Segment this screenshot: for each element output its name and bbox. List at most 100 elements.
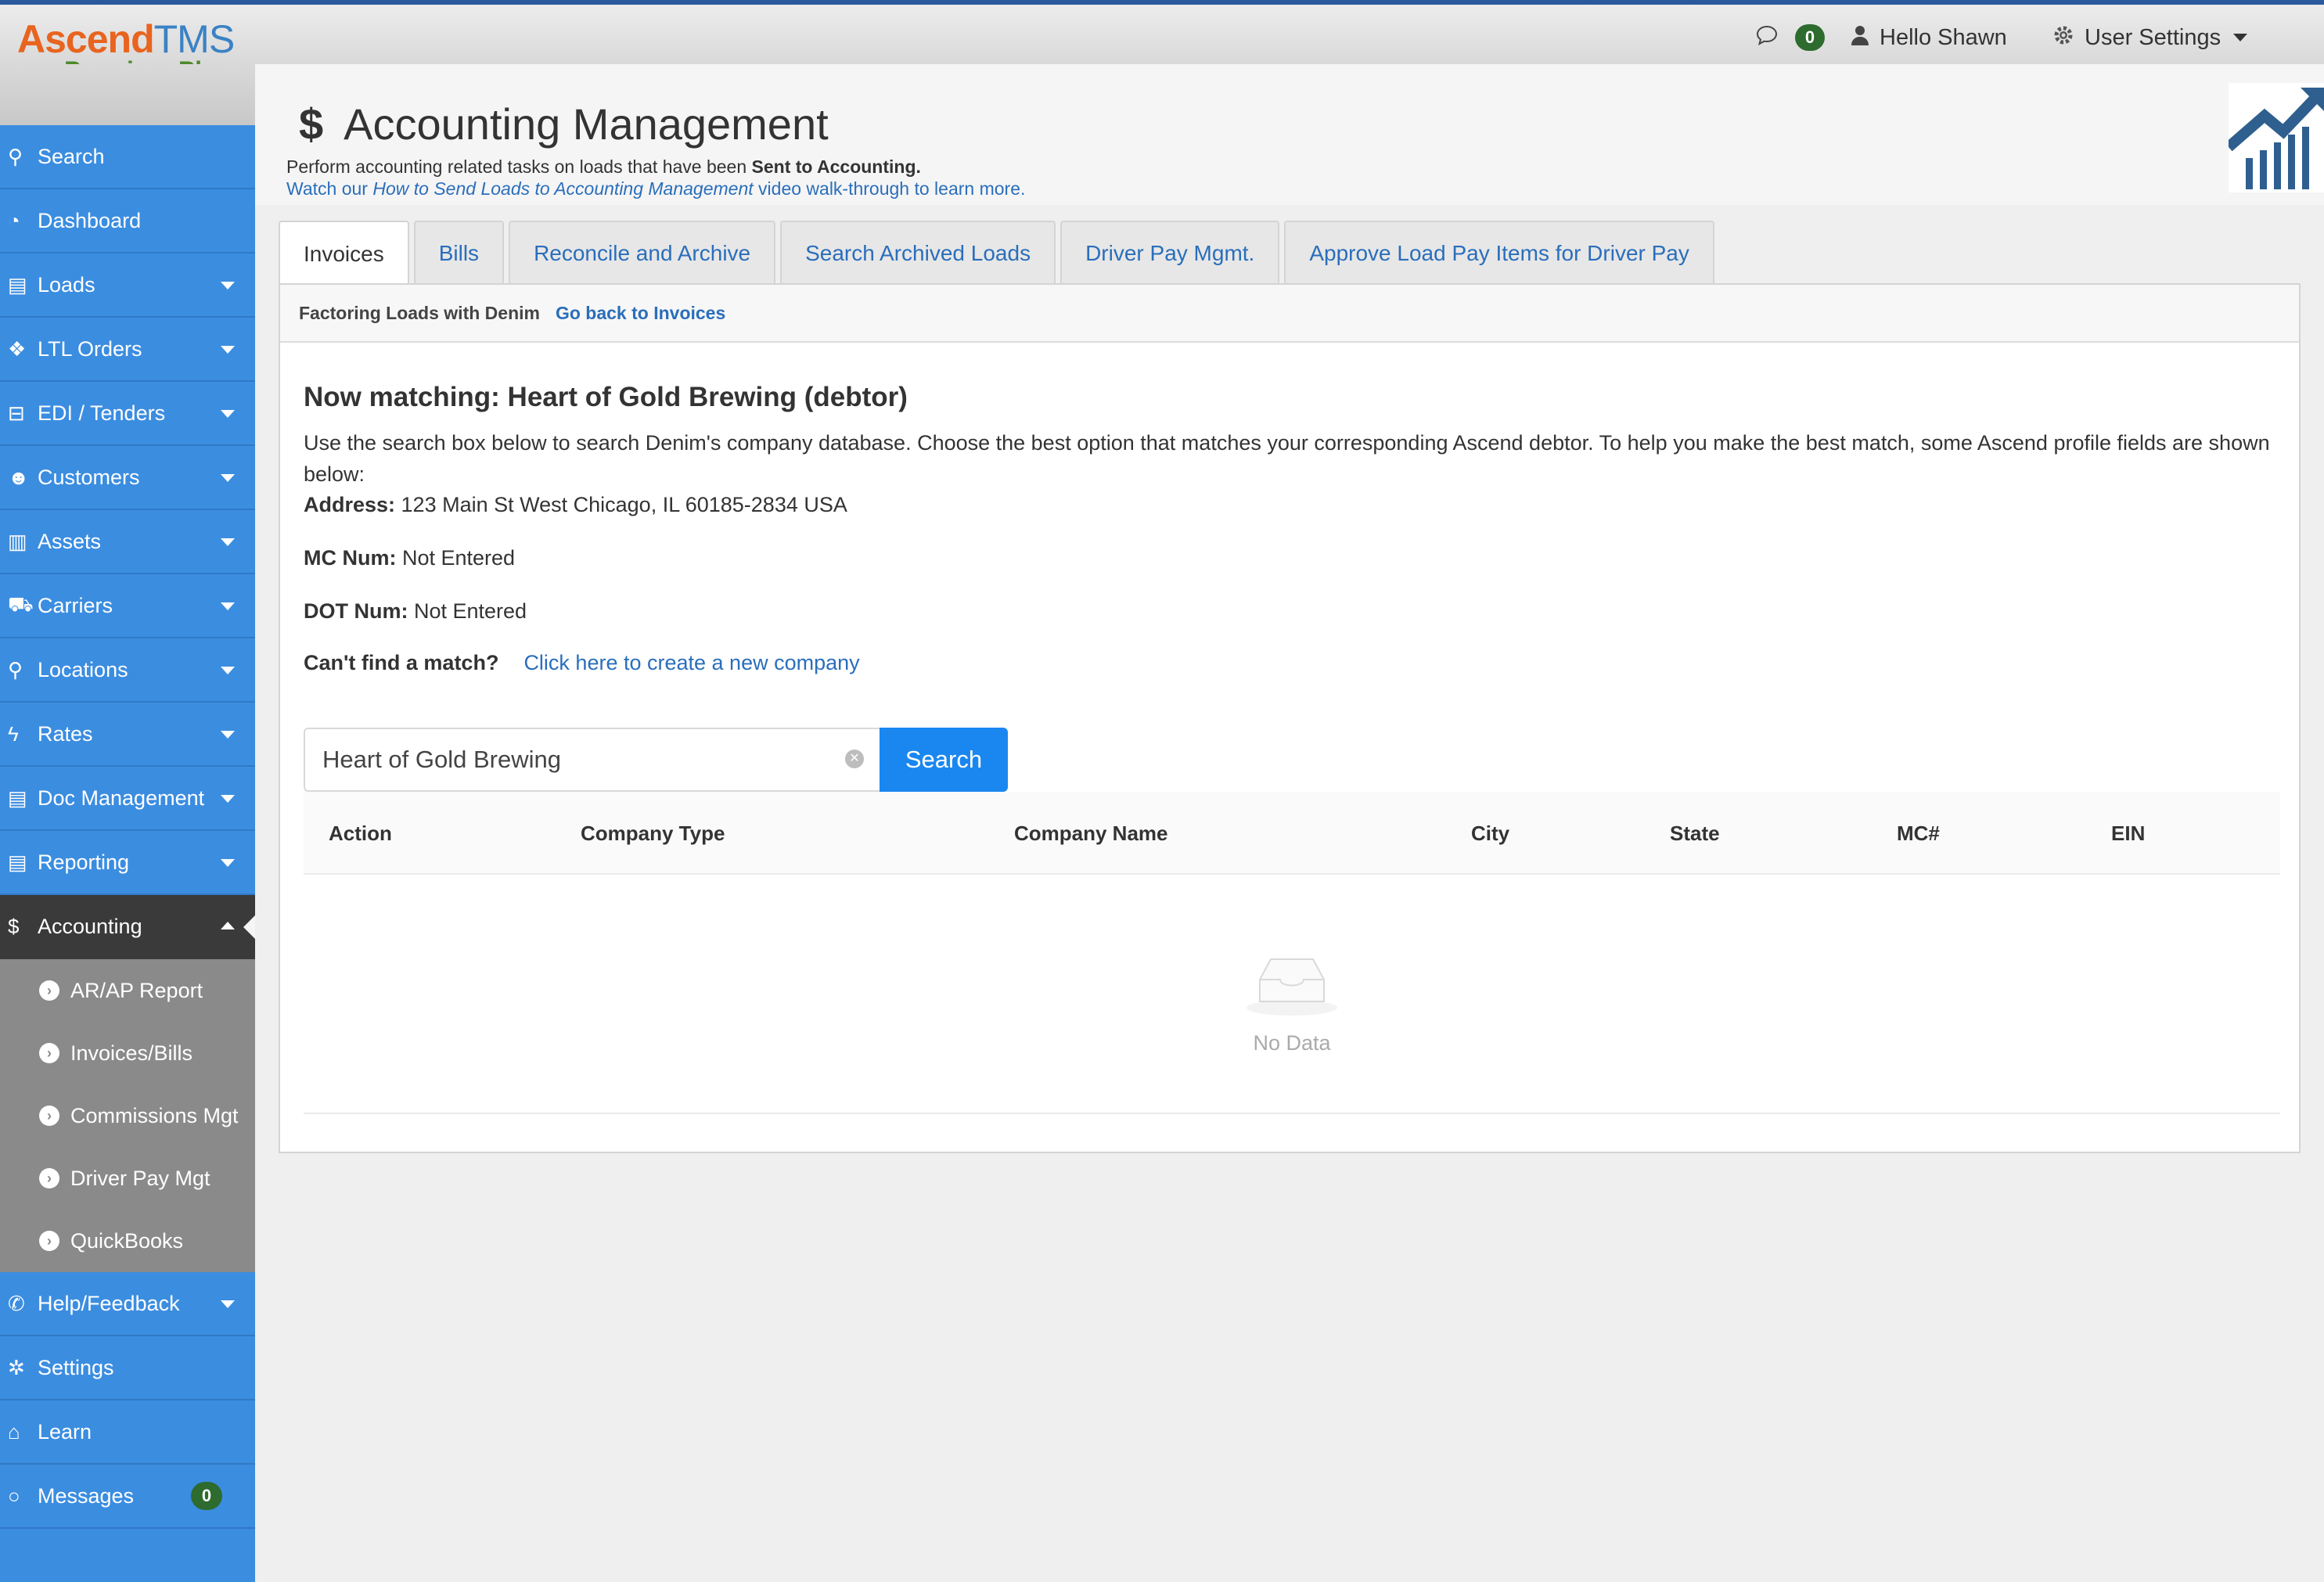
tab-driver-pay-mgmt[interactable]: Driver Pay Mgmt. xyxy=(1060,221,1280,285)
tab-approve-load-pay-items[interactable]: Approve Load Pay Items for Driver Pay xyxy=(1284,221,1714,285)
sidebar-item-assets[interactable]: ▥ Assets xyxy=(0,510,255,574)
chevron-right-circle-icon: › xyxy=(39,1231,59,1251)
gear-icon xyxy=(2053,25,2074,51)
sidebar-item-label: Locations xyxy=(38,657,128,681)
chevron-down-icon xyxy=(221,795,235,803)
top-messages-count-badge: 0 xyxy=(1795,24,1825,51)
sidebar-item-ltl-orders[interactable]: ❖ LTL Orders xyxy=(0,318,255,382)
sidebar-item-search[interactable]: ⚲ Search xyxy=(0,125,255,189)
submenu-item-label: Invoices/Bills xyxy=(70,1041,193,1065)
search-button[interactable]: Search xyxy=(880,728,1008,792)
chat-bubble-icon xyxy=(1756,25,1778,51)
submenu-item-label: Commissions Mgt xyxy=(70,1103,239,1127)
sidebar-item-label: Loads xyxy=(38,272,95,297)
matching-description: Use the search box below to search Denim… xyxy=(304,431,2270,486)
sidebar-header xyxy=(0,64,255,125)
page-header: $ Accounting Management Perform accountin… xyxy=(255,64,2324,205)
submenu-item-ar-ap-report[interactable]: › AR/AP Report xyxy=(0,959,255,1022)
tab-search-archived-loads[interactable]: Search Archived Loads xyxy=(780,221,1056,285)
accounting-submenu: › AR/AP Report › Invoices/Bills › Commissio… xyxy=(0,959,255,1272)
sidebar-item-label: Settings xyxy=(38,1355,114,1379)
bolt-icon: ϟ xyxy=(8,721,19,746)
logo-tms-text: TMS xyxy=(153,17,236,61)
submenu-item-quickbooks[interactable]: › QuickBooks xyxy=(0,1210,255,1272)
column-header-mc[interactable]: MC# xyxy=(1897,822,1940,846)
video-walkthrough-link[interactable]: Watch our How to Send Loads to Accountin… xyxy=(286,178,1025,200)
sidebar-item-doc-management[interactable]: ▤ Doc Management xyxy=(0,767,255,831)
column-header-city[interactable]: City xyxy=(1471,822,1509,846)
breadcrumb: Factoring Loads with Denim Go back to In… xyxy=(280,285,2299,343)
user-icon xyxy=(1851,25,1869,51)
results-empty-state: No Data xyxy=(304,875,2280,1114)
sidebar-item-messages[interactable]: ○ Messages 0 xyxy=(0,1465,255,1529)
video-link-title: How to Send Loads to Accounting Manageme… xyxy=(372,178,754,199)
sidebar-item-label: Rates xyxy=(38,721,93,746)
truck-icon: ⛟ xyxy=(8,591,34,616)
submenu-item-label: QuickBooks xyxy=(70,1228,184,1253)
matching-title: Now matching: Heart of Gold Brewing (deb… xyxy=(304,382,908,412)
chevron-down-icon xyxy=(221,731,235,739)
user-menu[interactable]: Hello Shawn xyxy=(1851,20,2007,55)
chevron-right-circle-icon: › xyxy=(39,980,59,1001)
chevron-up-icon xyxy=(221,922,235,929)
dot-num-field: DOT Num: Not Entered xyxy=(304,599,527,624)
column-header-company-type[interactable]: Company Type xyxy=(581,822,725,846)
results-table-header: Action Company Type Company Name City St… xyxy=(304,792,2280,875)
address-label: Address: xyxy=(304,493,396,516)
sidebar-item-label: EDI / Tenders xyxy=(38,401,166,425)
ascend-tms-logo[interactable]: AscendTMS Premium Plan xyxy=(17,17,252,84)
column-header-company-name[interactable]: Company Name xyxy=(1014,822,1168,846)
chevron-right-circle-icon: › xyxy=(39,1168,59,1188)
sidebar-item-dashboard[interactable]: ◔ Dashboard xyxy=(0,189,255,253)
sidebar-item-learn[interactable]: ⌂ Learn xyxy=(0,1400,255,1465)
graduation-cap-icon: ⌂ xyxy=(8,1419,20,1444)
sidebar-item-customers[interactable]: ☻ Customers xyxy=(0,446,255,510)
chevron-right-circle-icon: › xyxy=(39,1106,59,1126)
sidebar-item-loads[interactable]: ▤ Loads xyxy=(0,253,255,318)
dollar-icon: $ xyxy=(299,99,324,149)
column-header-state[interactable]: State xyxy=(1670,822,1720,846)
page-description-text: Perform accounting related tasks on load… xyxy=(286,156,752,177)
user-settings-label: User Settings xyxy=(2085,24,2221,50)
sidebar-item-carriers[interactable]: ⛟ Carriers xyxy=(0,574,255,638)
column-header-ein[interactable]: EIN xyxy=(2111,822,2145,846)
column-header-action[interactable]: Action xyxy=(329,822,392,846)
megaphone-icon: ✆ xyxy=(8,1291,25,1315)
sidebar-item-settings[interactable]: ✲ Settings xyxy=(0,1336,255,1400)
dot-num-label: DOT Num: xyxy=(304,599,408,623)
tab-bills[interactable]: Bills xyxy=(413,221,505,285)
sidebar-item-edi-tenders[interactable]: ⊟ EDI / Tenders xyxy=(0,382,255,446)
sidebar-item-label: Dashboard xyxy=(38,208,142,232)
create-new-company-link[interactable]: Click here to create a new company xyxy=(523,651,859,674)
messages-count-badge: 0 xyxy=(191,1482,222,1510)
tab-reconcile-archive[interactable]: Reconcile and Archive xyxy=(509,221,776,285)
sidebar-item-locations[interactable]: ⚲ Locations xyxy=(0,638,255,703)
submenu-item-commissions-mgt[interactable]: › Commissions Mgt xyxy=(0,1084,255,1147)
clear-search-icon[interactable]: ✕ xyxy=(845,750,864,768)
submenu-item-driver-pay-mgt[interactable]: › Driver Pay Mgt xyxy=(0,1147,255,1210)
company-search-input[interactable] xyxy=(304,728,881,792)
sidebar-item-reporting[interactable]: ▤ Reporting xyxy=(0,831,255,895)
page-description: Perform accounting related tasks on load… xyxy=(286,156,921,178)
loads-icon: ▤ xyxy=(8,272,27,297)
cant-find-label: Can't find a match? xyxy=(304,651,499,674)
chevron-down-icon xyxy=(2233,34,2248,41)
user-settings-menu[interactable]: User Settings xyxy=(2053,20,2248,55)
submenu-item-invoices-bills[interactable]: › Invoices/Bills xyxy=(0,1022,255,1084)
sidebar-item-help-feedback[interactable]: ✆ Help/Feedback xyxy=(0,1272,255,1336)
sidebar-item-accounting[interactable]: $ Accounting xyxy=(0,895,255,959)
tab-invoices[interactable]: Invoices xyxy=(279,221,409,286)
dot-num-value: Not Entered xyxy=(408,599,527,623)
chevron-down-icon xyxy=(221,1300,235,1308)
cant-find-match-row: Can't find a match? Click here to create … xyxy=(304,651,860,675)
chevron-down-icon xyxy=(221,538,235,546)
top-messages-button[interactable]: 0 xyxy=(1756,20,1825,55)
ltl-orders-icon: ❖ xyxy=(8,336,27,361)
submenu-item-label: AR/AP Report xyxy=(70,978,203,1002)
dollar-icon: $ xyxy=(8,914,20,938)
chevron-down-icon xyxy=(221,474,235,482)
sidebar-item-rates[interactable]: ϟ Rates xyxy=(0,703,255,767)
empty-inbox-icon xyxy=(1244,948,1340,1017)
go-back-to-invoices-link[interactable]: Go back to Invoices xyxy=(556,303,725,324)
chevron-down-icon xyxy=(221,346,235,354)
